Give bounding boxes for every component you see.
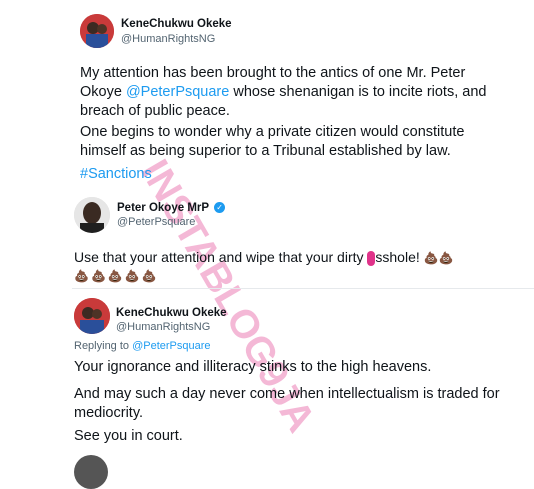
- replying-prefix: Replying to: [74, 340, 133, 352]
- avatar-image: [74, 197, 110, 233]
- emoji-line: 💩💩💩💩💩: [74, 269, 159, 283]
- avatar[interactable]: [74, 298, 110, 334]
- poop-emoji-icon: 💩: [438, 251, 454, 265]
- author-handle[interactable]: @PeterPsquare: [117, 216, 195, 228]
- replying-to: Replying to @PeterPsquare: [74, 340, 211, 352]
- poop-emoji-icon: 💩: [423, 251, 439, 265]
- divider: [72, 288, 534, 289]
- author-name-text: Peter Okoye MrP: [117, 202, 209, 214]
- avatar[interactable]: [74, 197, 110, 233]
- verified-badge-icon: ✓: [214, 202, 226, 214]
- avatar-image: [80, 14, 114, 48]
- avatar[interactable]: [74, 455, 108, 489]
- author-handle[interactable]: @HumanRightsNG: [121, 33, 215, 45]
- tweet-text-paragraph: Your ignorance and illiteracy stinks to …: [74, 359, 432, 375]
- tweet-text-paragraph: One begins to wonder why a private citiz…: [80, 124, 465, 159]
- tweet-text: My attention has been brought to the ant…: [80, 64, 510, 121]
- tweet-text-paragraph: See you in court.: [74, 428, 183, 444]
- tweet-text-paragraph: And may such a day never come when intel…: [74, 386, 500, 421]
- avatar-image: [74, 298, 110, 334]
- mention-link[interactable]: @PeterPsquare: [132, 340, 210, 352]
- tweet-text: Use that your attention and wipe that yo…: [74, 248, 524, 268]
- mention-link[interactable]: @PeterPsquare: [126, 84, 229, 100]
- author-name[interactable]: KeneChukwu Okeke: [121, 18, 232, 30]
- author-name[interactable]: Peter Okoye MrP ✓: [117, 202, 226, 214]
- avatar[interactable]: [80, 14, 114, 48]
- author-name[interactable]: KeneChukwu Okeke: [116, 307, 227, 319]
- tweet-text-part: Use that your attention and wipe that yo…: [74, 249, 368, 265]
- author-handle[interactable]: @HumanRightsNG: [116, 321, 210, 333]
- hashtag-link[interactable]: #Sanctions: [80, 166, 152, 182]
- tweet-text-part: sshole!: [375, 249, 420, 265]
